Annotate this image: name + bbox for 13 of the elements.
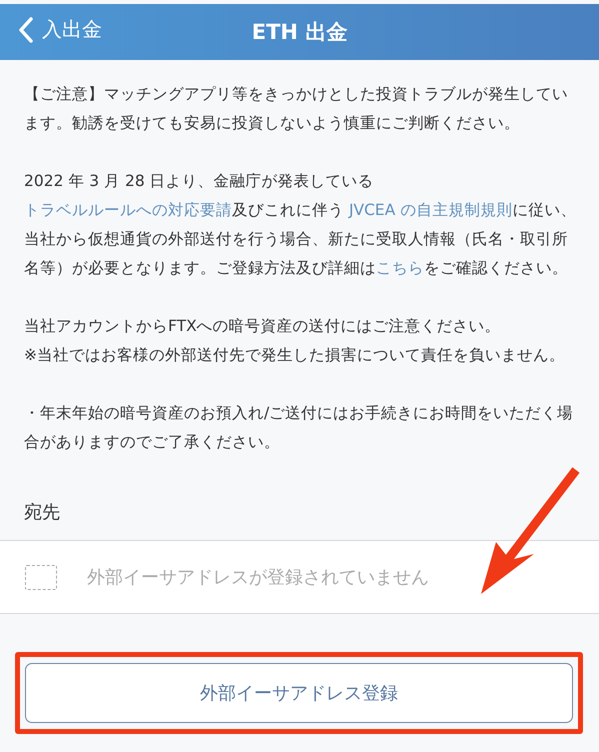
notice-text: 2022 年 3 月 28 日より、金融庁が発表している トラベルルールへの対応要請及びこれに伴う JVCEA の自主規制規則に従い、当社から仮想通貨の外部送付を行う場合、新たに受取人情報（氏名・取引所名等）が必要となります。ご登録方法及び詳細はこちら をご確認ください。 <box>24 171 577 279</box>
register-address-button[interactable]: 外部イーサアドレス登録 <box>25 663 573 723</box>
notice-text: ・年末年始の暗号資産のお預入れ/ご送付にはお手続きにお時間をいただく場合がありますのでご了承ください。 <box>24 403 574 453</box>
chevron-left-icon <box>18 16 34 42</box>
empty-address-icon <box>25 564 57 590</box>
notice-link[interactable]: JVCEA の自主規制規則 <box>348 201 512 219</box>
empty-address-text: 外部イーサアドレスが登録されていません <box>87 566 429 589</box>
notice-link[interactable]: トラベルルールへの対応要請 <box>24 201 232 219</box>
back-button[interactable]: 入出金 <box>18 16 102 43</box>
notice-link[interactable]: こちら <box>376 259 424 277</box>
notice-text: 当社アカウントからFTXへの暗号資産の送付にはご注意ください。 ※当社ではお客様の外部送付先で発生した損害について責任を負いません。 <box>24 316 566 366</box>
page-title: ETH 出金 <box>252 19 348 46</box>
notice-text: 【ご注意】マッチングアプリ等をきっかけとした投資トラブルが発生しています。勧誘を受けても安易に投資しないよう慎重にご判断ください。 <box>24 84 569 134</box>
